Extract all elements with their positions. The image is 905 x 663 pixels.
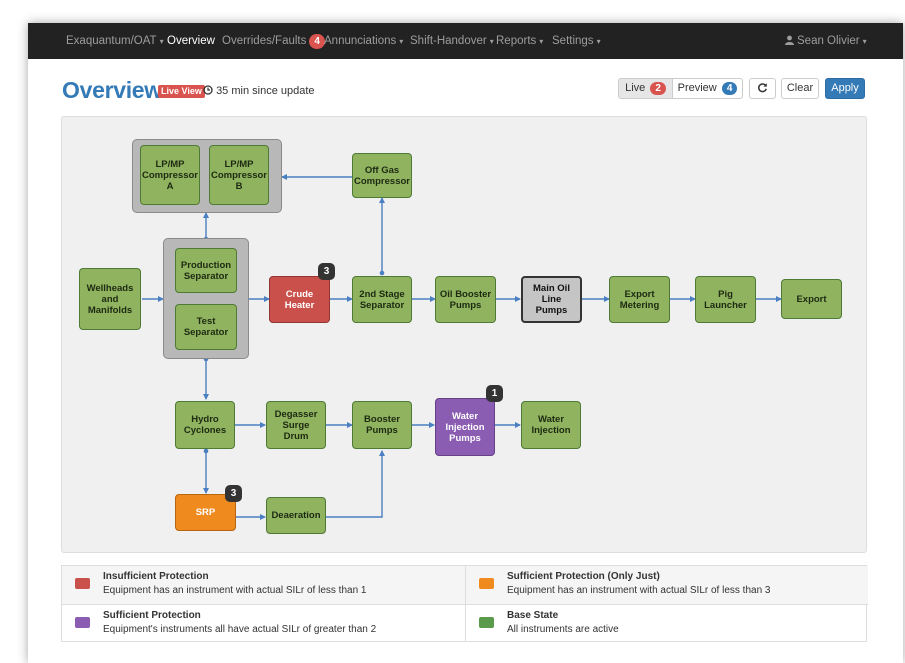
- node-water-injection-pumps[interactable]: Water Injection Pumps: [435, 398, 495, 456]
- legend-swatch: [479, 617, 494, 628]
- preview-button[interactable]: Preview 4: [673, 78, 743, 99]
- crude-heater-count-badge: 3: [318, 263, 335, 280]
- nav-item-annunciations[interactable]: Annunciations ▾: [324, 23, 403, 59]
- node-water-injection[interactable]: Water Injection: [521, 401, 581, 449]
- top-navbar: Exaquantum/OAT ▾ Overview Overrides/Fault…: [28, 23, 903, 59]
- node-degasser-surge-drum[interactable]: Degasser Surge Drum: [266, 401, 326, 449]
- nav-item-label: Overview: [167, 35, 215, 47]
- legend-description: Equipment has an instrument with actual …: [103, 585, 367, 596]
- nav-brand-menu[interactable]: Exaquantum/OAT ▾: [66, 23, 164, 59]
- srp-count-badge: 3: [225, 485, 242, 502]
- legend-title: Base State: [507, 610, 559, 621]
- app-window: Exaquantum/OAT ▾ Overview Overrides/Fault…: [28, 23, 903, 663]
- node-wellheads-and-manifolds[interactable]: Wellheads and Manifolds: [79, 268, 141, 330]
- nav-brand-label: Exaquantum/OAT: [66, 35, 157, 47]
- chevron-down-icon: ▾: [159, 37, 164, 46]
- process-diagram: LP/MP Compressor A LP/MP Compressor B Of…: [61, 116, 867, 553]
- legend-item: Sufficient Protection (Only Just) Equipm…: [465, 566, 868, 604]
- water-injection-pumps-count-badge: 1: [486, 385, 503, 402]
- chevron-down-icon: ▾: [596, 37, 601, 46]
- refresh-button[interactable]: [749, 78, 776, 99]
- nav-item-overview[interactable]: Overview: [167, 23, 215, 59]
- node-pig-launcher[interactable]: Pig Launcher: [695, 276, 756, 323]
- live-count-badge: 2: [650, 82, 666, 95]
- clock-icon: [203, 85, 213, 95]
- legend-description: Equipment's instruments all have actual …: [103, 624, 377, 635]
- legend-title: Sufficient Protection (Only Just): [507, 571, 660, 582]
- legend-item: Base State All instruments are active: [465, 604, 868, 642]
- update-time-text: 35 min since update: [216, 85, 315, 97]
- node-production-separator[interactable]: Production Separator: [175, 248, 237, 293]
- nav-item-reports[interactable]: Reports ▾: [496, 23, 543, 59]
- legend-item: Insufficient Protection Equipment has an…: [62, 566, 465, 604]
- live-button-label: Live: [625, 82, 646, 94]
- chevron-down-icon: ▾: [399, 37, 404, 46]
- node-deaeration[interactable]: Deaeration: [266, 497, 326, 534]
- preview-count-badge: 4: [721, 82, 738, 95]
- legend-swatch: [75, 578, 90, 589]
- nav-item-shift-handover[interactable]: Shift-Handover ▾: [410, 23, 494, 59]
- chevron-down-icon: ▾: [862, 37, 867, 46]
- update-status: 35 min since update: [203, 85, 315, 97]
- page-title: Overview: [62, 77, 162, 103]
- refresh-icon: [758, 83, 767, 93]
- nav-item-label: Reports: [496, 35, 537, 47]
- nav-item-label: Settings: [552, 35, 594, 47]
- node-export[interactable]: Export: [781, 279, 842, 319]
- node-off-gas-compressor[interactable]: Off Gas Compressor: [352, 153, 412, 198]
- nav-item-label: Shift-Handover: [410, 35, 487, 47]
- legend-table: Insufficient Protection Equipment has an…: [61, 565, 868, 642]
- chevron-down-icon: ▾: [539, 37, 544, 46]
- nav-item-settings[interactable]: Settings ▾: [552, 23, 601, 59]
- user-menu[interactable]: Sean Olivier ▾: [785, 23, 867, 59]
- nav-item-label: Annunciations: [324, 35, 397, 47]
- legend-item: Sufficient Protection Equipment's instru…: [62, 604, 465, 642]
- legend-swatch: [479, 578, 494, 589]
- node-test-separator[interactable]: Test Separator: [175, 304, 237, 350]
- node-booster-pumps[interactable]: Booster Pumps: [352, 401, 412, 449]
- preview-button-label: Preview: [677, 82, 717, 94]
- nav-item-label: Overrides/Faults: [222, 35, 307, 47]
- node-lp-mp-compressor-b[interactable]: LP/MP Compressor B: [209, 145, 269, 205]
- node-2nd-stage-separator[interactable]: 2nd Stage Separator: [352, 276, 412, 323]
- node-export-metering[interactable]: Export Metering: [609, 276, 670, 323]
- node-oil-booster-pumps[interactable]: Oil Booster Pumps: [435, 276, 496, 323]
- legend-description: All instruments are active: [507, 624, 619, 635]
- live-view-label: Live View: [158, 85, 205, 98]
- overrides-count-badge: 4: [309, 34, 325, 49]
- apply-button[interactable]: Apply: [825, 78, 865, 99]
- node-lp-mp-compressor-a[interactable]: LP/MP Compressor A: [140, 145, 200, 205]
- node-main-oil-line-pumps[interactable]: Main Oil Line Pumps: [521, 276, 582, 323]
- legend-title: Insufficient Protection: [103, 571, 209, 582]
- nav-item-overrides-faults[interactable]: Overrides/Faults 4: [222, 23, 325, 59]
- live-button[interactable]: Live 2: [618, 78, 673, 99]
- user-icon: [785, 35, 794, 45]
- user-name: Sean Olivier: [797, 35, 860, 47]
- legend-swatch: [75, 617, 90, 628]
- legend-description: Equipment has an instrument with actual …: [507, 585, 771, 596]
- legend-title: Sufficient Protection: [103, 610, 201, 621]
- node-hydro-cyclones[interactable]: Hydro Cyclones: [175, 401, 235, 449]
- chevron-down-icon: ▾: [489, 37, 494, 46]
- node-crude-heater[interactable]: Crude Heater: [269, 276, 330, 323]
- clear-button[interactable]: Clear: [781, 78, 819, 99]
